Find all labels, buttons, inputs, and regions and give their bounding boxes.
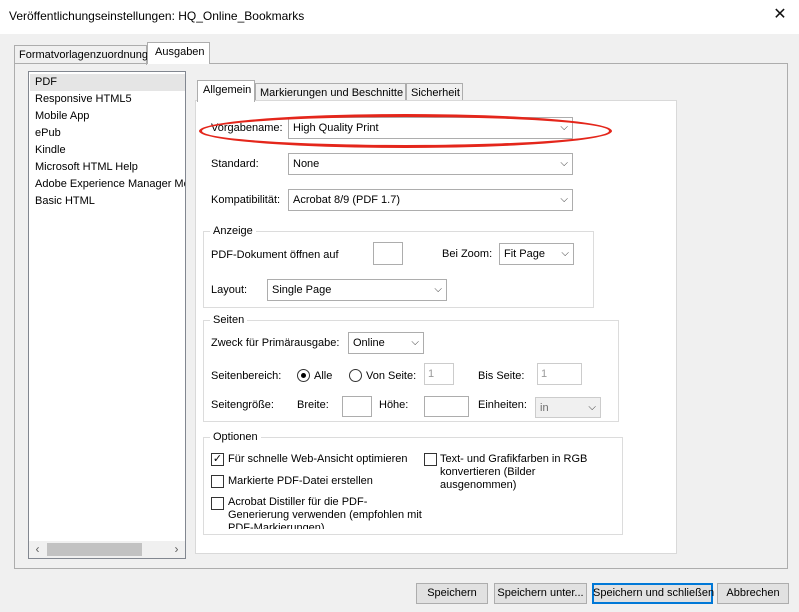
standard-value: None [293,158,320,170]
horizontal-scrollbar[interactable]: ‹ › [29,541,185,558]
close-button[interactable]: ✕ [764,2,796,28]
scroll-left-icon[interactable]: ‹ [29,541,46,558]
all-pages-label: Alle [314,370,333,382]
zoom-label: Bei Zoom: [442,248,493,260]
compatibility-value: Acrobat 8/9 (PDF 1.7) [293,194,400,206]
list-item-kindle[interactable]: Kindle [35,142,66,159]
to-page-input[interactable]: 1 [537,363,582,385]
save-as-button[interactable]: Speichern unter... [494,583,587,604]
list-item-microsoft-html-help[interactable]: Microsoft HTML Help [35,159,138,176]
tagged-pdf-label: Markierte PDF-Datei erstellen [228,475,373,487]
fast-web-label: Für schnelle Web-Ansicht optimieren [228,453,408,465]
save-button[interactable]: Speichern [416,583,488,604]
list-item-pdf[interactable]: PDF [30,74,185,91]
tab-ausgaben[interactable]: Ausgaben [147,42,210,64]
preset-label: Vorgabename: [211,122,283,134]
compatibility-dropdown[interactable]: Acrobat 8/9 (PDF 1.7) ⌵ [288,189,573,211]
layout-value: Single Page [272,284,332,296]
open-page-input[interactable] [373,242,403,265]
chevron-down-icon: ⌵ [561,248,569,259]
list-item-responsive-html5[interactable]: Responsive HTML5 [35,91,132,108]
list-item-mobile-app[interactable]: Mobile App [35,108,89,125]
layout-label: Layout: [211,284,248,296]
chevron-down-icon: ⌵ [560,158,568,169]
page-range-label: Seitenbereich: [211,370,282,382]
to-page-label: Bis Seite: [478,370,525,382]
distiller-checkbox[interactable] [211,497,224,510]
fast-web-checkbox[interactable]: ✓ [211,453,224,466]
standard-label: Standard: [211,158,259,170]
chevron-down-icon: ⌵ [434,284,442,295]
zoom-value: Fit Page [504,248,545,260]
tagged-pdf-checkbox[interactable] [211,475,224,488]
width-input[interactable] [342,396,372,417]
chevron-down-icon: ⌵ [588,402,596,413]
purpose-label: Zweck für Primärausgabe: [211,337,340,349]
display-group-label: Anzeige [210,225,256,237]
compatibility-label: Kompatibilität: [211,194,281,206]
units-dropdown[interactable]: in ⌵ [535,397,601,418]
purpose-dropdown[interactable]: Online ⌵ [348,332,424,354]
distiller-label: Acrobat Distiller für die PDF-Generierun… [228,496,422,529]
layout-dropdown[interactable]: Single Page ⌵ [267,279,447,301]
height-label: Höhe: [379,399,409,411]
purpose-value: Online [353,337,385,349]
list-item-epub[interactable]: ePub [35,125,61,142]
width-label: Breite: [297,399,329,411]
units-label: Einheiten: [478,399,527,411]
list-item-adobe-experience-manager[interactable]: Adobe Experience Manager Mo [35,176,185,193]
pages-group-label: Seiten [210,314,248,326]
output-format-list[interactable]: PDF Responsive HTML5 Mobile App ePub Kin… [28,71,186,559]
chevron-down-icon: ⌵ [560,122,568,133]
from-page-input[interactable]: 1 [424,363,454,385]
tab-formatvorlagenzuordnung[interactable]: Formatvorlagenzuordnung [14,45,148,65]
tab-allgemein[interactable]: Allgemein [197,80,255,102]
save-and-close-button[interactable]: Speichern und schließen [592,583,714,604]
window-title: Veröffentlichungseinstellungen: HQ_Onlin… [9,9,305,23]
height-input[interactable] [424,396,469,417]
radio-all-pages[interactable] [297,369,310,382]
rgb-label: Text- und Grafikfarben in RGB konvertier… [440,453,588,491]
list-item-basic-html[interactable]: Basic HTML [35,193,95,210]
rgb-checkbox[interactable] [424,453,437,466]
preset-dropdown[interactable]: High Quality Print ⌵ [288,117,573,139]
preset-value: High Quality Print [293,122,379,134]
cancel-button[interactable]: Abbrechen [717,583,789,604]
options-group-label: Optionen [210,431,261,443]
units-value: in [540,402,549,414]
chevron-down-icon: ⌵ [411,337,419,348]
chevron-down-icon: ⌵ [560,194,568,205]
scroll-right-icon[interactable]: › [168,541,185,558]
standard-dropdown[interactable]: None ⌵ [288,153,573,175]
from-page-label: Von Seite: [366,370,417,382]
page-size-label: Seitengröße: [211,399,274,411]
radio-from-page[interactable] [349,369,362,382]
zoom-dropdown[interactable]: Fit Page ⌵ [499,243,574,265]
open-page-label: PDF-Dokument öffnen auf [211,249,339,261]
scrollbar-thumb[interactable] [47,543,142,556]
